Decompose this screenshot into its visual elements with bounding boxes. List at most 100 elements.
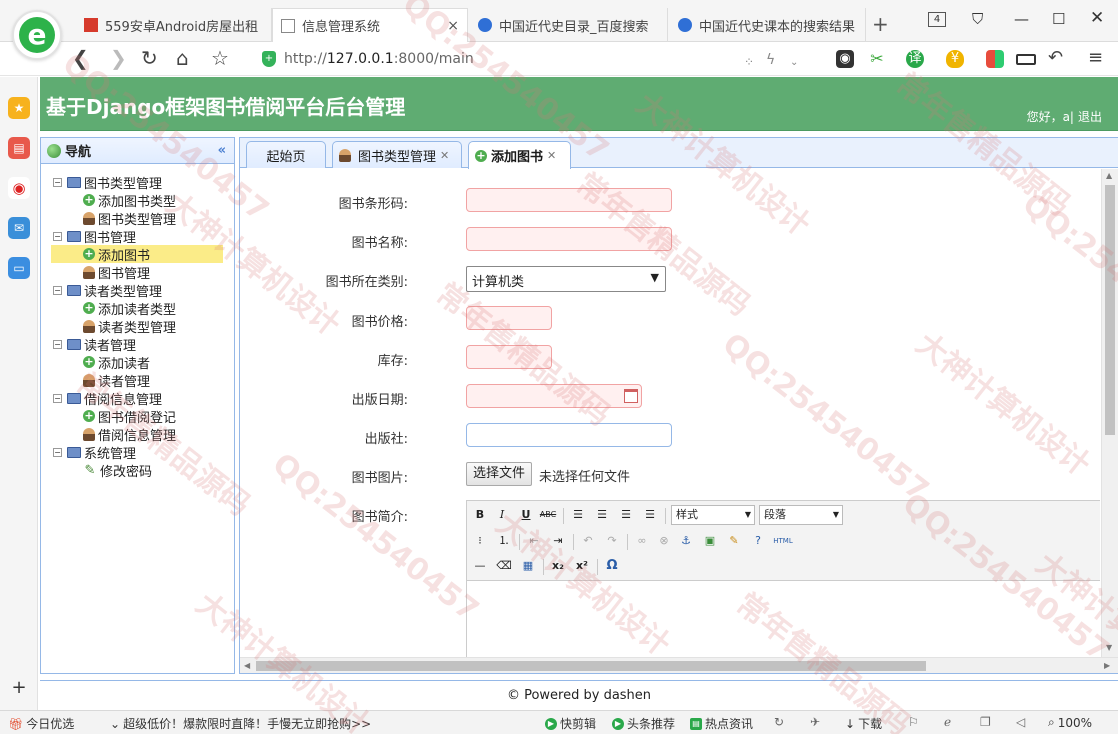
browser-tab[interactable]: 中国近代史课本的搜索结果 xyxy=(670,8,866,42)
nav-group[interactable]: − 图书管理 xyxy=(41,227,234,246)
align-justify-icon[interactable]: ☰ xyxy=(641,506,659,524)
calendar-icon[interactable] xyxy=(624,389,638,403)
bold-icon[interactable]: B xyxy=(471,506,489,524)
vertical-scrollbar[interactable]: ▲ ▼ xyxy=(1101,169,1118,657)
superscript-icon[interactable]: x² xyxy=(573,557,591,575)
download-item[interactable]: ↓ 下载 xyxy=(845,715,882,732)
chevron-down-icon[interactable]: ⌄ xyxy=(790,52,798,74)
unlink-icon[interactable]: ⊗ xyxy=(655,532,673,550)
nav-group[interactable]: − 借阅信息管理 xyxy=(41,389,234,408)
nav-item[interactable]: 读者管理 xyxy=(41,371,234,390)
stock-input[interactable] xyxy=(466,345,552,369)
indent-icon[interactable]: ⇥ xyxy=(549,532,567,550)
nav-item[interactable]: + 添加读者类型 xyxy=(41,299,234,318)
scroll-up-icon[interactable]: ▲ xyxy=(1106,171,1112,180)
apps-icon[interactable] xyxy=(986,50,1004,68)
align-left-icon[interactable]: ☰ xyxy=(569,506,587,524)
align-right-icon[interactable]: ☰ xyxy=(617,506,635,524)
tab-count-badge[interactable]: 4 xyxy=(928,12,946,27)
outdent-icon[interactable]: ⇤ xyxy=(525,532,543,550)
weibo-icon[interactable]: ◉ xyxy=(8,177,30,199)
browser-logo[interactable]: e xyxy=(12,10,62,60)
url-input[interactable]: + http://127.0.0.1:8000/main xyxy=(262,47,822,71)
favorites-star-icon[interactable]: ★ xyxy=(8,97,30,119)
volume-icon[interactable]: ◁ xyxy=(1016,715,1025,729)
redo-icon[interactable]: ↷ xyxy=(603,532,621,550)
nav-group[interactable]: − 读者管理 xyxy=(41,335,234,354)
status-item[interactable]: ▶ 快剪辑 xyxy=(545,715,596,732)
publisher-input[interactable] xyxy=(466,423,672,447)
forward-icon[interactable]: ❯ xyxy=(110,47,127,69)
undo-icon[interactable]: ↶ xyxy=(579,532,597,550)
grid-icon[interactable]: ⁘ xyxy=(744,51,754,73)
book-name-input[interactable] xyxy=(466,227,672,251)
scrollbar-thumb[interactable] xyxy=(256,661,926,671)
nav-group[interactable]: − 图书类型管理 xyxy=(41,173,234,192)
remove-format-icon[interactable]: ⌫ xyxy=(495,557,513,575)
back-icon[interactable]: ❮ xyxy=(72,47,89,69)
nav-item[interactable]: 借阅信息管理 xyxy=(41,425,234,444)
close-window-icon[interactable]: ✕ xyxy=(1090,8,1104,28)
new-tab-button[interactable]: + xyxy=(872,12,889,36)
mail-icon[interactable]: ✉ xyxy=(8,217,30,239)
translate-icon[interactable]: 译 xyxy=(906,50,924,68)
collapse-toggle-icon[interactable]: − xyxy=(53,177,62,187)
choose-file-button[interactable]: 选择文件 xyxy=(466,462,533,486)
scroll-right-icon[interactable]: ▶ xyxy=(1104,661,1110,670)
link-icon[interactable]: ∞ xyxy=(633,532,651,550)
pin-icon[interactable]: ✈ xyxy=(810,715,820,729)
window-icon[interactable]: ❐ xyxy=(980,715,991,729)
publish-date-input[interactable] xyxy=(466,384,642,408)
browser-tab-active[interactable]: 信息管理系统 × xyxy=(272,8,468,42)
align-center-icon[interactable]: ☰ xyxy=(593,506,611,524)
refresh-status-icon[interactable]: ↻ xyxy=(774,715,784,729)
anchor-icon[interactable]: ⚓ xyxy=(677,532,695,550)
nav-group[interactable]: − 读者类型管理 xyxy=(41,281,234,300)
maximize-icon[interactable]: ☐ xyxy=(1052,10,1065,28)
scissors-icon[interactable]: ✂ xyxy=(868,50,886,68)
nav-item[interactable]: + 添加图书 xyxy=(51,245,223,264)
image-icon[interactable]: ▣ xyxy=(701,532,719,550)
tab-home[interactable]: 起始页 xyxy=(246,141,326,168)
collapse-toggle-icon[interactable]: − xyxy=(53,447,62,457)
style-dropdown[interactable]: 样式 ▼ xyxy=(671,505,755,525)
add-sidebar-icon[interactable]: + xyxy=(8,677,30,699)
menu-icon[interactable]: ≡ xyxy=(1088,47,1103,69)
browser-tab[interactable]: 中国近代史目录_百度搜索 xyxy=(470,8,668,42)
nav-item[interactable]: + 添加图书类型 xyxy=(41,191,234,210)
barcode-input[interactable] xyxy=(466,188,672,212)
italic-icon[interactable]: I xyxy=(493,506,511,524)
nav-group[interactable]: − 系统管理 xyxy=(41,443,234,462)
close-icon[interactable]: ✕ xyxy=(547,149,556,162)
bullet-list-icon[interactable]: ⁝ xyxy=(471,532,489,550)
strikethrough-icon[interactable]: ABC xyxy=(539,506,557,524)
battery-icon[interactable] xyxy=(1016,54,1036,65)
status-item[interactable]: ▤ 热点资讯 xyxy=(690,715,753,732)
home-icon[interactable]: ⌂ xyxy=(176,47,189,69)
nav-item[interactable]: ✎ 修改密码 xyxy=(41,461,234,480)
price-input[interactable] xyxy=(466,306,552,330)
underline-icon[interactable]: U xyxy=(517,506,535,524)
paragraph-dropdown[interactable]: 段落 ▼ xyxy=(759,505,843,525)
browser-e-icon[interactable]: ℯ xyxy=(944,715,951,729)
tab-book-type-management[interactable]: 图书类型管理 ✕ xyxy=(332,141,462,168)
zoom-control[interactable]: ⌕ 100% xyxy=(1048,715,1092,730)
flag-icon[interactable]: ⚐ xyxy=(908,715,919,729)
document-icon[interactable]: ▭ xyxy=(8,257,30,279)
refresh-icon[interactable]: ↻ xyxy=(141,47,158,69)
collapse-toggle-icon[interactable]: − xyxy=(53,231,62,241)
promo-link[interactable]: ⌄ 超级低价！爆款限时直降！手慢无立即抢购>> xyxy=(110,715,371,732)
browser-tab[interactable]: 559安卓Android房屋出租 xyxy=(76,8,272,42)
nav-item[interactable]: 图书类型管理 xyxy=(41,209,234,228)
star-icon[interactable]: ☆ xyxy=(211,47,229,69)
html-source-icon[interactable]: HTML xyxy=(769,532,797,550)
close-tab-icon[interactable]: × xyxy=(447,18,459,34)
numbered-list-icon[interactable]: ⒈ xyxy=(495,532,513,550)
game-controller-icon[interactable]: ◉ xyxy=(836,50,854,68)
scroll-down-icon[interactable]: ▼ xyxy=(1106,643,1112,652)
horizontal-rule-icon[interactable]: — xyxy=(471,557,489,575)
collapse-toggle-icon[interactable]: − xyxy=(53,393,62,403)
collapse-toggle-icon[interactable]: − xyxy=(53,285,62,295)
today-picks[interactable]: 🎁︎ 今日优选 xyxy=(8,715,74,732)
table-icon[interactable]: ▦ xyxy=(519,557,537,575)
